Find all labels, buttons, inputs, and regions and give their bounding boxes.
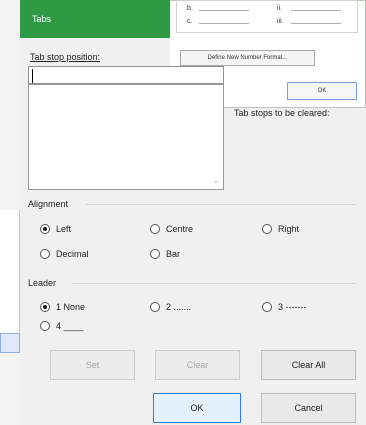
tab-stop-list[interactable]: ⌄ <box>28 84 224 190</box>
scroll-down-icon[interactable]: ⌄ <box>211 177 221 187</box>
background-window-button[interactable] <box>0 333 20 353</box>
set-button[interactable]: Set <box>50 350 135 380</box>
background-window-strip <box>0 210 20 350</box>
define-new-number-format-button[interactable]: Define New Number Format... <box>180 50 315 66</box>
leader-2-dots-radio[interactable] <box>150 302 160 312</box>
clear-button[interactable]: Clear <box>155 350 240 380</box>
bg-list-item-c: c. <box>187 18 193 25</box>
alignment-left-radio[interactable] <box>40 224 50 234</box>
leader-4-underline-label[interactable]: 4 ____ <box>56 321 84 331</box>
leader-2-dots-label[interactable]: 2 ....... <box>166 302 191 312</box>
alignment-bar-label[interactable]: Bar <box>166 249 180 259</box>
alignment-divider <box>86 204 356 205</box>
background-ok-button[interactable]: OK <box>287 82 357 100</box>
background-numbering-preview: b. c. ii. iii. <box>176 0 358 33</box>
alignment-centre-label[interactable]: Centre <box>166 224 193 234</box>
ok-button[interactable]: OK <box>153 393 241 423</box>
leader-1-none-label[interactable]: 1 None <box>56 302 85 312</box>
alignment-decimal-label[interactable]: Decimal <box>56 249 89 259</box>
tab-stop-position-input[interactable] <box>28 66 224 84</box>
tab-stop-position-label: Tab stop position: <box>30 52 101 62</box>
leader-1-none-radio[interactable] <box>40 302 50 312</box>
bg-list-item-b: b. <box>187 5 193 12</box>
alignment-decimal-radio[interactable] <box>40 249 50 259</box>
alignment-right-label[interactable]: Right <box>278 224 299 234</box>
text-cursor <box>32 69 33 83</box>
clear-all-button[interactable]: Clear All <box>261 350 356 380</box>
leader-divider <box>72 283 356 284</box>
tab-stops-to-be-cleared-label: Tab stops to be cleared: <box>234 108 330 118</box>
alignment-centre-radio[interactable] <box>150 224 160 234</box>
bg-list-item-ii: ii. <box>277 5 283 12</box>
leader-group-label: Leader <box>28 278 57 288</box>
leader-3-dashes-radio[interactable] <box>262 302 272 312</box>
cancel-button[interactable]: Cancel <box>261 393 356 423</box>
alignment-group-label: Alignment <box>28 199 69 209</box>
leader-4-underline-radio[interactable] <box>40 321 50 331</box>
bg-list-item-iii: iii. <box>277 18 284 25</box>
leader-3-dashes-label[interactable]: 3 ------- <box>278 302 307 312</box>
alignment-left-label[interactable]: Left <box>56 224 71 234</box>
alignment-bar-radio[interactable] <box>150 249 160 259</box>
dialog-title: Tabs <box>32 14 52 24</box>
alignment-right-radio[interactable] <box>262 224 272 234</box>
